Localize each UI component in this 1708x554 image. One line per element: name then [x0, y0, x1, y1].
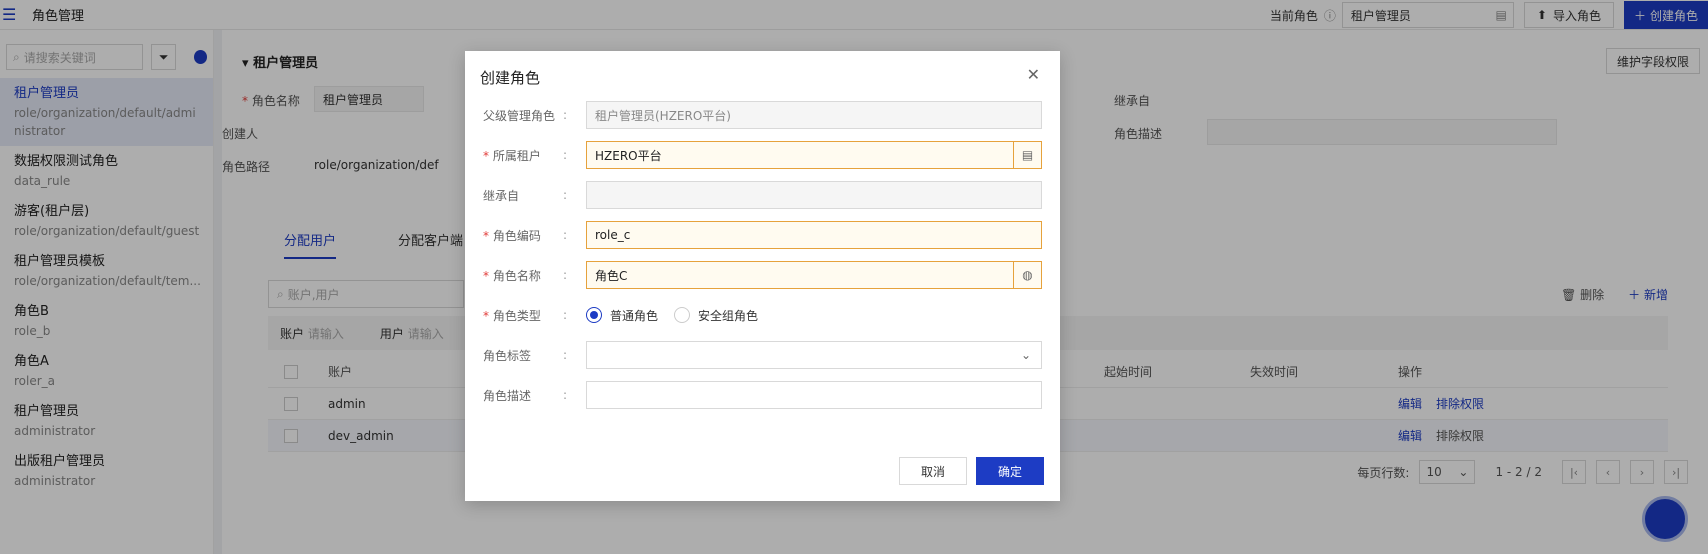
- parent-role-field: 租户管理员(HZERO平台): [586, 101, 1042, 129]
- role-code-label: * 角色编码: [483, 228, 541, 243]
- inherit-row: 继承自 :: [483, 181, 1043, 209]
- role-code-row: * 角色编码 : role_c: [483, 221, 1043, 249]
- colon: :: [563, 228, 568, 242]
- chevron-down-icon: ⌄: [1020, 348, 1031, 362]
- colon: :: [563, 388, 568, 402]
- colon: :: [563, 188, 568, 202]
- role-type-label-text: 角色类型: [492, 308, 541, 323]
- tenant-label: * 所属租户: [483, 148, 541, 163]
- parent-role-label: 父级管理角色: [483, 108, 556, 123]
- inherit-field: [586, 181, 1042, 209]
- colon: :: [563, 108, 568, 122]
- close-icon[interactable]: ✕: [1027, 65, 1040, 84]
- role-name-input[interactable]: 角色C ◍: [586, 261, 1042, 289]
- role-tag-label: 角色标签: [483, 348, 532, 363]
- role-name-label-text: 角色名称: [492, 268, 541, 283]
- radio-normal-label: 普通角色: [610, 308, 659, 323]
- colon: :: [563, 148, 568, 162]
- role-tag-row: 角色标签 : ⌄: [483, 341, 1043, 369]
- tenant-row: * 所属租户 : HZERO平台 ▤: [483, 141, 1043, 169]
- colon: :: [563, 348, 568, 362]
- tenant-value: HZERO平台: [595, 148, 662, 163]
- role-desc-row: 角色描述 :: [483, 381, 1043, 409]
- role-name-value: 角色C: [595, 268, 628, 283]
- globe-icon[interactable]: ◍: [1013, 262, 1041, 288]
- radio-security-label: 安全组角色: [698, 308, 759, 323]
- parent-role-row: 父级管理角色 : 租户管理员(HZERO平台): [483, 101, 1043, 129]
- lov-icon[interactable]: ▤: [1013, 142, 1041, 168]
- role-code-label-text: 角色编码: [492, 228, 541, 243]
- role-tag-select[interactable]: ⌄: [586, 341, 1042, 369]
- role-code-input[interactable]: role_c: [586, 221, 1042, 249]
- radio-security-role[interactable]: [674, 307, 691, 323]
- radio-normal-role[interactable]: [586, 307, 602, 323]
- role-type-label: * 角色类型: [483, 308, 541, 323]
- modal-title: 创建角色: [480, 69, 541, 87]
- role-type-radios: 普通角色 安全组角色: [586, 307, 758, 324]
- role-desc-label: 角色描述: [483, 388, 532, 403]
- colon: :: [563, 268, 568, 282]
- cancel-button[interactable]: 取消: [899, 457, 967, 485]
- create-role-modal: 创建角色 ✕ 父级管理角色 : 租户管理员(HZERO平台) * 所属租户 : …: [465, 51, 1060, 501]
- confirm-button[interactable]: 确定: [976, 457, 1044, 485]
- role-type-row: * 角色类型 : 普通角色 安全组角色: [483, 301, 1043, 329]
- tenant-label-text: 所属租户: [492, 148, 541, 163]
- role-name-row: * 角色名称 : 角色C ◍: [483, 261, 1043, 289]
- role-desc-input[interactable]: [586, 381, 1042, 409]
- tenant-field[interactable]: HZERO平台 ▤: [586, 141, 1042, 169]
- colon: :: [563, 308, 568, 322]
- role-name-label: * 角色名称: [483, 268, 541, 283]
- inherit-label: 继承自: [483, 188, 520, 203]
